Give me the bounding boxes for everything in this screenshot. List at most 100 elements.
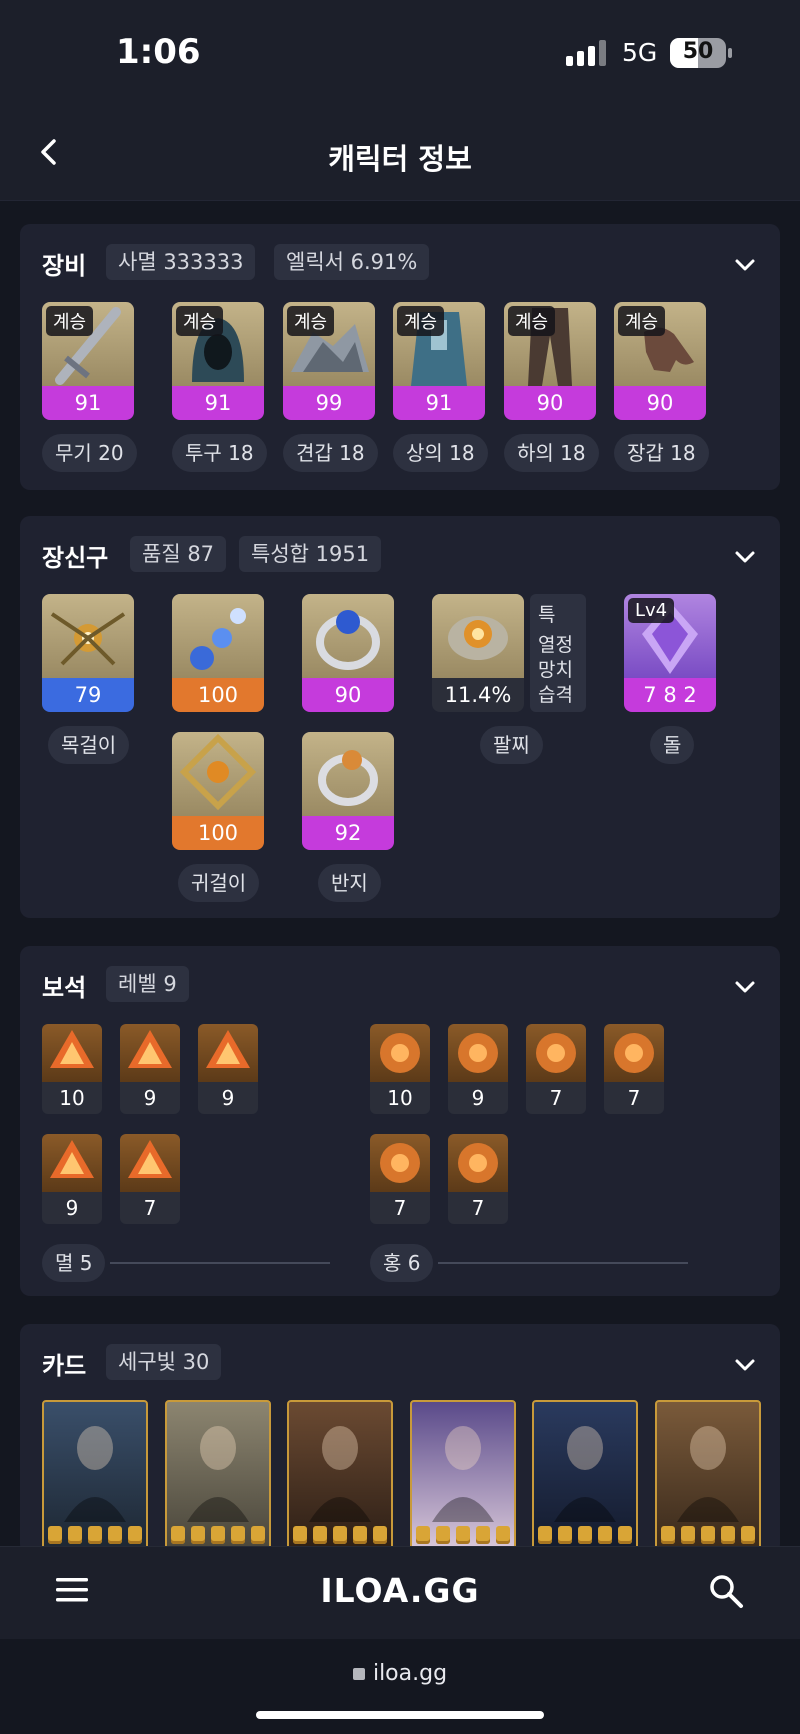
gem-left[interactable]: 10 (42, 1024, 102, 1114)
equipment-gloves[interactable]: 계승 90 (614, 302, 706, 420)
gem-icon (370, 1024, 430, 1082)
battery-level: 50 (682, 39, 714, 64)
status-bar: 1:06 5G 50 (0, 0, 800, 110)
chevron-down-icon[interactable] (732, 544, 758, 570)
gem-right[interactable]: 7 (370, 1134, 430, 1224)
awakening-gem-icon (618, 1526, 632, 1544)
gem-level-chip: 레벨 9 (106, 966, 189, 1002)
gem-left[interactable]: 9 (198, 1024, 258, 1114)
awakening-stars (48, 1526, 142, 1544)
tarot-card[interactable] (42, 1400, 148, 1550)
card-art (186, 1426, 249, 1522)
gem-left[interactable]: 9 (120, 1024, 180, 1114)
battery-icon: 50 (670, 38, 726, 68)
gem-right[interactable]: 9 (448, 1024, 508, 1114)
ring-2[interactable]: 92 (302, 732, 394, 850)
url-text[interactable]: iloa.gg (0, 1661, 800, 1686)
gem-right[interactable]: 7 (448, 1134, 508, 1224)
earring-1[interactable]: 100 (172, 594, 264, 712)
inherit-tag: 계승 (397, 306, 445, 336)
tarot-card[interactable] (287, 1400, 393, 1550)
awakening-gem-icon (313, 1526, 327, 1544)
awakening-stars (538, 1526, 632, 1544)
awakening-gem-icon (435, 1526, 450, 1544)
necklace[interactable]: 79 (42, 594, 134, 712)
gem-left-summary: 멸 5 (42, 1244, 106, 1282)
chevron-down-icon[interactable] (732, 974, 758, 1000)
awakening-gem-icon (353, 1526, 367, 1544)
awakening-stars (660, 1526, 755, 1544)
equipment-weapon[interactable]: 계승 91 (42, 302, 134, 420)
equipment-shoulder[interactable]: 계승 99 (283, 302, 375, 420)
earring-quality: 100 (172, 678, 264, 712)
ability-stone[interactable]: Lv4 7 8 2 (624, 594, 716, 712)
awakening-gem-icon (680, 1526, 695, 1544)
site-logo[interactable]: ILOA.GG (0, 1571, 800, 1610)
ring-quality: 92 (302, 816, 394, 850)
stone-level-tag: Lv4 (628, 598, 675, 623)
earring-2[interactable]: 100 (172, 732, 264, 850)
stone-value: 7 8 2 (624, 678, 716, 712)
gem-right-summary: 홍 6 (370, 1244, 434, 1282)
gem-level: 9 (42, 1192, 102, 1224)
awakening-gem-icon (720, 1526, 735, 1544)
quality-value: 91 (172, 386, 264, 420)
gem-level: 7 (604, 1082, 664, 1114)
awakening-gem-icon (475, 1526, 490, 1544)
elixir-chip: 엘릭서 6.91% (274, 244, 430, 280)
gem-left[interactable]: 9 (42, 1134, 102, 1224)
awakening-gem-icon (210, 1526, 225, 1544)
inherit-tag: 계승 (176, 306, 224, 336)
bracelet-stat: 망치 (538, 659, 573, 681)
awakening-gem-icon (293, 1526, 307, 1544)
equipment-helmet[interactable]: 계승 91 (172, 302, 264, 420)
network-type: 5G (622, 38, 658, 67)
awakening-gem-icon (230, 1526, 245, 1544)
stat-sum-chip: 특성합 1951 (239, 536, 382, 572)
tarot-card[interactable] (164, 1400, 271, 1550)
divider (438, 1262, 688, 1264)
tarot-card[interactable] (532, 1400, 638, 1550)
earring-quality: 100 (172, 816, 264, 850)
bottom-nav: ILOA.GG (0, 1546, 800, 1639)
equipment-title: 장비 (42, 252, 87, 280)
home-indicator[interactable] (256, 1711, 544, 1719)
inherit-tag: 계승 (618, 306, 666, 336)
gem-level: 7 (120, 1192, 180, 1224)
bracelet-icon (432, 594, 524, 678)
quality-value: 90 (614, 386, 706, 420)
tarot-card[interactable] (409, 1400, 516, 1550)
earring-label: 귀걸이 (178, 864, 260, 902)
gem-icon (120, 1024, 180, 1082)
gem-right[interactable]: 7 (526, 1024, 586, 1114)
bracelet-label: 팔찌 (480, 726, 543, 764)
card-set-chip: 세구빛 30 (106, 1344, 222, 1380)
awakening-gem-icon (190, 1526, 205, 1544)
chevron-down-icon[interactable] (732, 252, 758, 278)
bracelet[interactable]: 11.4% (432, 594, 524, 712)
awakening-gem-icon (128, 1526, 142, 1544)
chevron-down-icon[interactable] (732, 1352, 758, 1378)
gem-right[interactable]: 10 (370, 1024, 430, 1114)
gems-section: 보석 레벨 9 10 9 9 97 10 9 7 7 77 멸 5 홍 6 (20, 946, 780, 1296)
ring-icon (302, 732, 394, 816)
equipment-pants[interactable]: 계승 90 (504, 302, 596, 420)
search-icon[interactable] (708, 1573, 744, 1609)
gems-title: 보석 (42, 974, 87, 1002)
gloves-label: 장갑 18 (614, 434, 709, 472)
quality-chip: 품질 87 (130, 536, 227, 572)
gem-level: 9 (448, 1082, 508, 1114)
cellular-signal-icon (566, 40, 606, 66)
gem-right[interactable]: 7 (604, 1024, 664, 1114)
tarot-card[interactable] (654, 1400, 761, 1550)
awakening-gem-icon (170, 1526, 185, 1544)
gem-left[interactable]: 7 (120, 1134, 180, 1224)
awakening-gem-icon (108, 1526, 122, 1544)
earring-icon (172, 732, 264, 816)
awakening-gem-icon (700, 1526, 715, 1544)
ring-label: 반지 (318, 864, 381, 902)
browser-address-bar[interactable]: iloa.gg (0, 1639, 800, 1734)
ring-1[interactable]: 90 (302, 594, 394, 712)
inherit-tag: 계승 (508, 306, 556, 336)
equipment-chest[interactable]: 계승 91 (393, 302, 485, 420)
